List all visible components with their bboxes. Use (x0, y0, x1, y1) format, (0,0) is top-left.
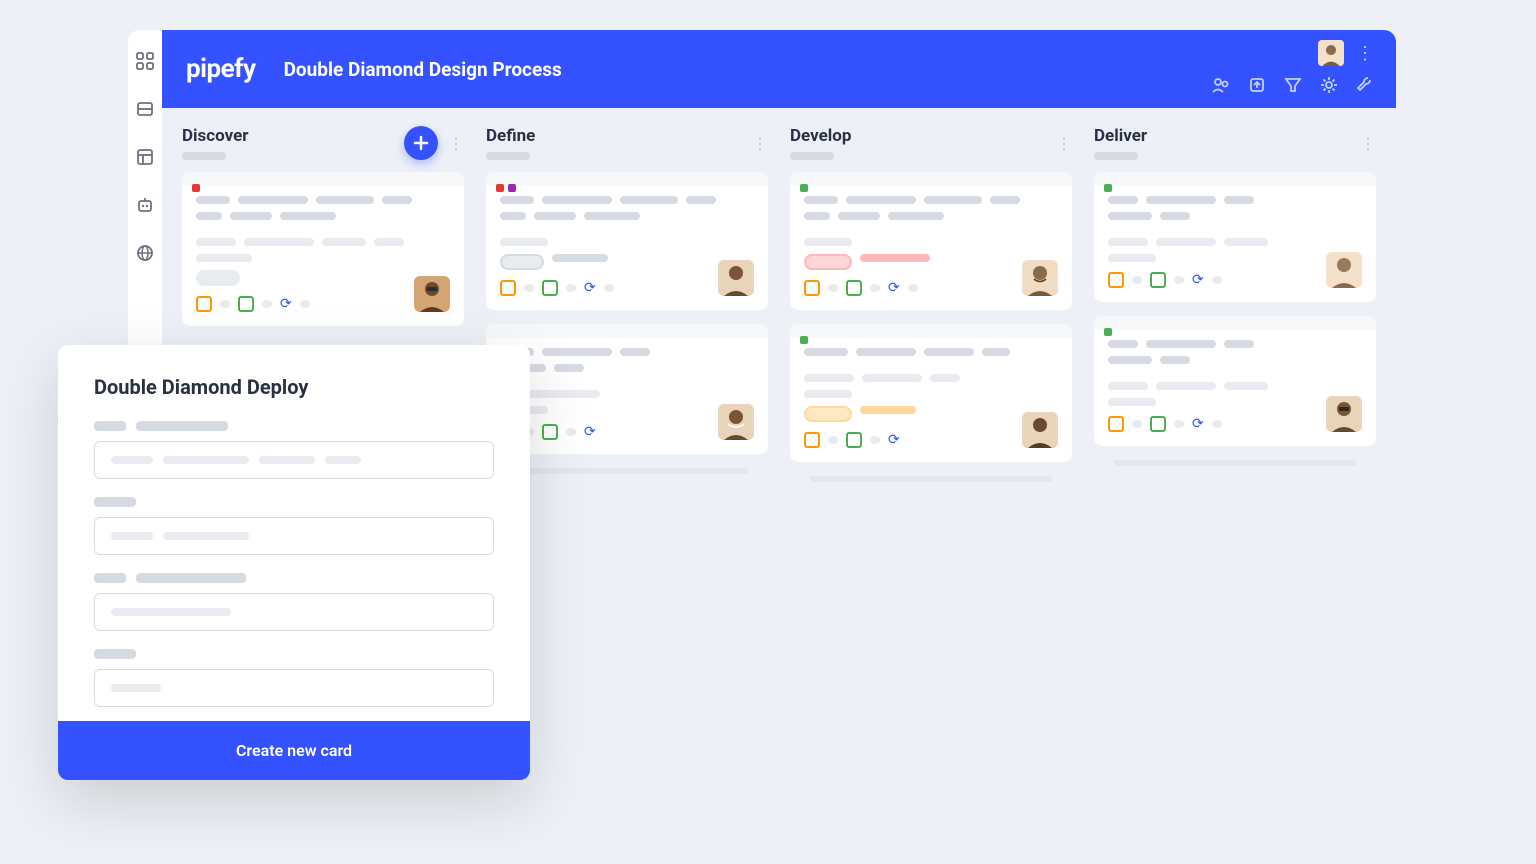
board-title: Double Diamond Design Process (284, 58, 562, 81)
tag-green (800, 336, 808, 344)
brand-logo: pipefy (186, 54, 256, 84)
card[interactable]: ⟳ (182, 172, 464, 326)
assignee-avatar[interactable] (718, 404, 754, 440)
column-more-icon[interactable]: ⋮ (1056, 134, 1072, 153)
assignee-avatar[interactable] (414, 276, 450, 312)
bot-icon[interactable] (136, 196, 154, 218)
column-title: Discover (182, 126, 249, 146)
checklist-icon (1150, 272, 1166, 288)
tag-red (496, 184, 504, 192)
card[interactable]: ⟳ (486, 172, 768, 310)
create-card-button[interactable]: Create new card (58, 721, 530, 780)
card[interactable]: ⟳ (1094, 316, 1376, 446)
apps-icon[interactable] (136, 52, 154, 74)
sync-icon: ⟳ (888, 432, 900, 448)
import-icon[interactable] (1248, 76, 1266, 98)
tag-green (1104, 328, 1112, 336)
sync-icon: ⟳ (584, 424, 596, 440)
column-more-icon[interactable]: ⋮ (752, 134, 768, 153)
due-icon (1108, 416, 1124, 432)
field-label (94, 497, 494, 507)
column-footer-skeleton (1114, 460, 1356, 466)
field-label (94, 421, 494, 431)
add-card-button[interactable] (404, 126, 438, 160)
due-icon (804, 280, 820, 296)
checklist-icon (1150, 416, 1166, 432)
form-input[interactable] (94, 517, 494, 555)
globe-icon[interactable] (136, 244, 154, 266)
column-develop: Develop ⋮ (790, 126, 1072, 706)
checklist-icon (542, 280, 558, 296)
column-title: Deliver (1094, 126, 1147, 146)
field-label (94, 573, 494, 583)
checklist-icon (238, 296, 254, 312)
due-icon (196, 296, 212, 312)
sync-icon: ⟳ (280, 296, 292, 312)
column-subtitle-skeleton (1094, 152, 1138, 160)
form-input[interactable] (94, 593, 494, 631)
checklist-icon (846, 432, 862, 448)
layout-icon[interactable] (136, 148, 154, 170)
sync-icon: ⟳ (1192, 272, 1204, 288)
assignee-avatar[interactable] (1022, 412, 1058, 448)
card[interactable]: ⟳ (790, 324, 1072, 462)
tag-green (1104, 184, 1112, 192)
form-input[interactable] (94, 669, 494, 707)
tag-red (192, 184, 200, 192)
database-icon[interactable] (136, 100, 154, 122)
column-footer-skeleton (810, 476, 1052, 482)
field-label (94, 649, 494, 659)
due-icon (500, 280, 516, 296)
card[interactable]: ⟳ (790, 172, 1072, 310)
column-title: Develop (790, 126, 851, 146)
members-icon[interactable] (1212, 76, 1230, 98)
assignee-avatar[interactable] (1022, 260, 1058, 296)
tag-purple (508, 184, 516, 192)
column-deliver: Deliver ⋮ (1094, 126, 1376, 706)
column-title: Define (486, 126, 535, 146)
due-icon (1108, 272, 1124, 288)
sync-icon: ⟳ (1192, 416, 1204, 432)
user-avatar[interactable] (1318, 40, 1344, 66)
due-icon (804, 432, 820, 448)
column-more-icon[interactable]: ⋮ (1360, 134, 1376, 153)
column-subtitle-skeleton (486, 152, 530, 160)
topbar-more-icon[interactable]: ⋮ (1356, 43, 1374, 64)
assignee-avatar[interactable] (718, 260, 754, 296)
tag-green (800, 184, 808, 192)
create-card-modal: Double Diamond Deploy Create new card (58, 345, 530, 780)
sync-icon: ⟳ (888, 280, 900, 296)
assignee-avatar[interactable] (1326, 252, 1362, 288)
checklist-icon (846, 280, 862, 296)
checklist-icon (542, 424, 558, 440)
card[interactable]: ⟳ (1094, 172, 1376, 302)
column-subtitle-skeleton (182, 152, 226, 160)
settings-icon[interactable] (1320, 76, 1338, 98)
column-footer-skeleton (506, 468, 748, 474)
column-more-icon[interactable]: ⋮ (448, 134, 464, 153)
sync-icon: ⟳ (584, 280, 596, 296)
assignee-avatar[interactable] (1326, 396, 1362, 432)
wrench-icon[interactable] (1356, 76, 1374, 98)
form-input[interactable] (94, 441, 494, 479)
topbar: pipefy Double Diamond Design Process ⋮ (162, 30, 1396, 108)
modal-title: Double Diamond Deploy (94, 375, 494, 399)
column-subtitle-skeleton (790, 152, 834, 160)
filter-icon[interactable] (1284, 76, 1302, 98)
